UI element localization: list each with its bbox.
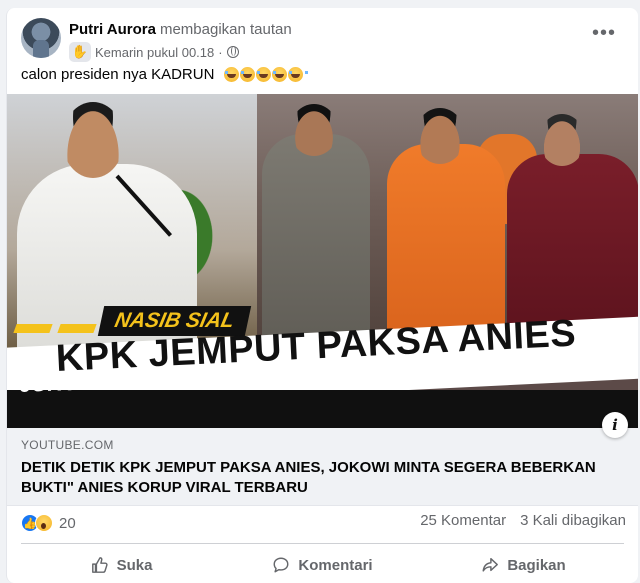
figure-center-head <box>415 108 465 164</box>
group-hand-icon: ✋ <box>69 42 91 62</box>
figure-speaker-head <box>62 102 124 178</box>
wow-reaction-icon <box>35 514 53 532</box>
caption-text: calon presiden nya KADRUN <box>21 66 215 83</box>
author-line: Putri Aurora membagikan tautan <box>69 21 292 38</box>
comment-bubble-icon <box>273 557 289 573</box>
reaction-icons: 👍 <box>21 514 53 532</box>
reaction-summary[interactable]: 👍 20 <box>21 512 76 534</box>
share-label: Bagikan <box>507 556 566 574</box>
tag-accent-bar <box>57 324 97 333</box>
post-timestamp[interactable]: Kemarin pukul 00.18 <box>95 45 214 60</box>
globe-icon <box>226 46 239 58</box>
reaction-count: 20 <box>59 514 76 532</box>
post-caption: calon presiden nya KADRUN <box>21 66 309 83</box>
post-meta: ✋ Kemarin pukul 00.18 · <box>69 42 239 62</box>
rolling-laughing-emoji-icon <box>224 67 245 82</box>
post-card: Putri Aurora membagikan tautan ✋ Kemarin … <box>6 8 638 583</box>
figure-officer-head <box>290 104 338 156</box>
link-domain: YOUTUBE.COM <box>21 438 114 452</box>
comment-label: Komentari <box>298 556 373 574</box>
comment-button[interactable]: Komentari <box>222 548 423 582</box>
link-title[interactable]: DETIK DETIK KPK JEMPUT PAKSA ANIES, JOKO… <box>21 458 601 498</box>
post-action-text: membagikan tautan <box>159 21 292 38</box>
caption-emojis <box>224 67 309 82</box>
post-actions: Suka Komentari Bagikan <box>21 548 624 582</box>
rolling-laughing-emoji-icon <box>288 67 309 82</box>
comment-count[interactable]: 25 Komentar <box>420 512 506 529</box>
info-icon[interactable]: i <box>602 412 628 438</box>
author-name[interactable]: Putri Aurora <box>69 21 156 38</box>
thumbs-up-icon <box>91 557 108 573</box>
rolling-laughing-emoji-icon <box>272 67 293 82</box>
actions-divider <box>21 543 624 544</box>
link-thumbnail[interactable]: NASIB SIAL KPK JEMPUT PAKSA ANIES JOKOWI… <box>7 94 638 428</box>
more-options-icon[interactable]: ••• <box>592 23 616 43</box>
post-header: Putri Aurora membagikan tautan ✋ Kemarin … <box>21 18 624 64</box>
meta-separator: · <box>218 44 223 60</box>
link-preview[interactable]: YOUTUBE.COM DETIK DETIK KPK JEMPUT PAKSA… <box>7 428 638 506</box>
share-count[interactable]: 3 Kali dibagikan <box>520 512 626 529</box>
engagement-counts: 25 Komentar 3 Kali dibagikan <box>420 512 626 529</box>
subline-band <box>7 390 638 428</box>
figure-officer-body <box>262 134 370 354</box>
rolling-laughing-emoji-icon <box>240 67 261 82</box>
share-arrow-icon <box>482 557 499 572</box>
share-button[interactable]: Bagikan <box>423 548 624 582</box>
tag-accent-bar <box>13 324 53 333</box>
like-label: Suka <box>116 556 153 574</box>
author-avatar[interactable] <box>21 18 61 58</box>
like-button[interactable]: Suka <box>21 548 222 582</box>
rolling-laughing-emoji-icon <box>256 67 277 82</box>
figure-right-head <box>539 114 585 166</box>
